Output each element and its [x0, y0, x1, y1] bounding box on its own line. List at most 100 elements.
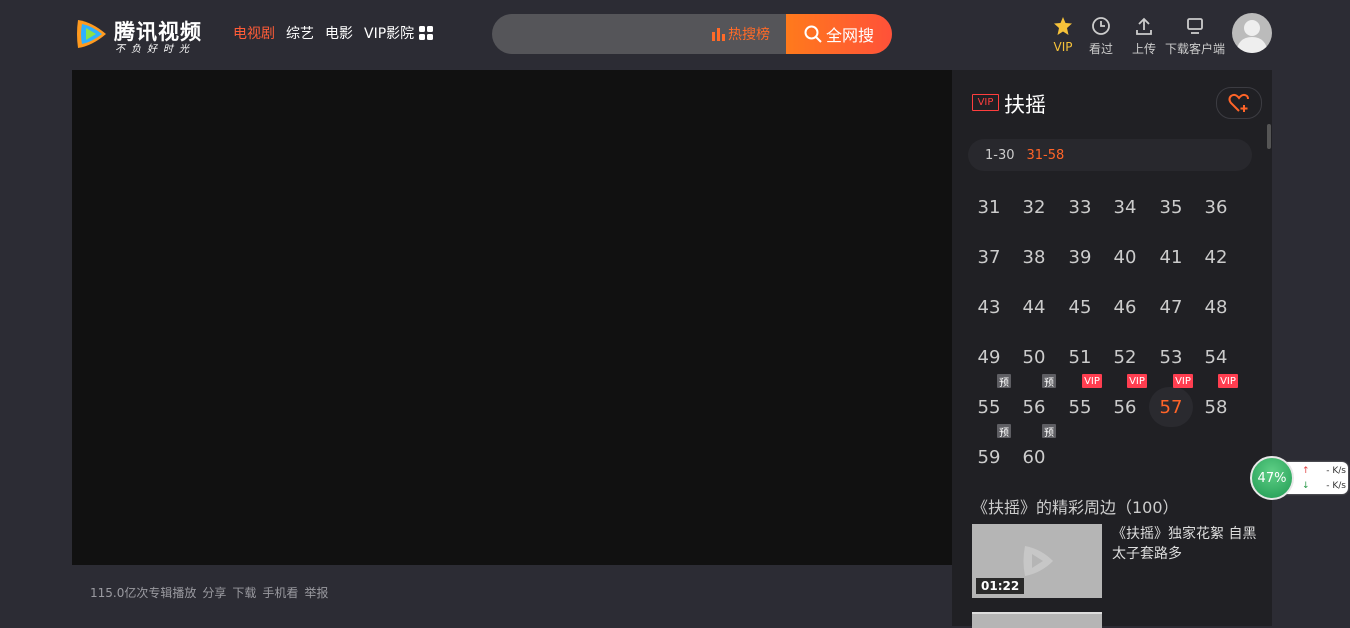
episode-number: 40	[1113, 246, 1137, 268]
vip-episode-badge: VIP	[1082, 374, 1102, 388]
tencent-video-logo[interactable]: 腾讯视频 不负好时光	[72, 14, 212, 56]
episode-item[interactable]: 34	[1103, 187, 1147, 227]
episode-item[interactable]: 35	[1149, 187, 1193, 227]
nav-movies[interactable]: 电影	[325, 23, 353, 43]
episode-item[interactable]: 59 预	[967, 424, 1011, 477]
episode-item[interactable]: 40	[1103, 237, 1147, 277]
episode-item[interactable]: 32	[1012, 187, 1056, 227]
sidebar-scroll-thumb[interactable]	[1267, 124, 1271, 149]
episode-number: 56	[1113, 396, 1137, 418]
nav-variety[interactable]: 综艺	[286, 23, 314, 43]
episode-number: 33	[1068, 196, 1092, 218]
episode-item[interactable]: 44	[1012, 287, 1056, 327]
episode-item[interactable]: 58 VIP	[1194, 374, 1238, 427]
episode-number: 58	[1204, 396, 1228, 418]
search-button[interactable]: 全网搜	[786, 14, 892, 54]
logo-slogan: 不负好时光	[115, 44, 195, 55]
user-icon	[1236, 20, 1268, 53]
download-link[interactable]: 下载	[232, 584, 256, 601]
episode-item[interactable]: 38	[1012, 237, 1056, 277]
nav-tv-series[interactable]: 电视剧	[233, 23, 275, 43]
user-avatar[interactable]	[1232, 13, 1272, 53]
related-section-title: 《扶摇》的精彩周边（100）	[972, 498, 1179, 517]
episode-item[interactable]: 48	[1194, 287, 1238, 327]
episode-item[interactable]: 53	[1149, 337, 1193, 377]
episode-item[interactable]: 41	[1149, 237, 1193, 277]
download-client-entry[interactable]: 下载客户端	[1165, 16, 1225, 57]
speed-percent-circle: 47%	[1250, 456, 1294, 500]
episode-item[interactable]: 33	[1058, 187, 1102, 227]
episode-item[interactable]: 47	[1149, 287, 1193, 327]
vip-label: VIP	[1053, 40, 1073, 54]
preview-badge: 预	[1042, 424, 1056, 439]
episode-number: 37	[977, 246, 1001, 268]
bar-chart-icon	[712, 27, 725, 41]
episode-number: 45	[1068, 296, 1092, 318]
episode-item[interactable]: 55 VIP	[1058, 374, 1102, 427]
episode-number: 46	[1113, 296, 1137, 318]
episode-item[interactable]: 49	[967, 337, 1011, 377]
episode-item[interactable]: 54	[1194, 337, 1238, 377]
clip-thumbnail[interactable]: 01:22	[972, 524, 1102, 598]
history-entry[interactable]: 看过	[1089, 16, 1113, 57]
clip-title[interactable]: 《扶摇》独家花絮 自黑太子套路多	[1112, 524, 1262, 564]
more-categories-icon[interactable]	[419, 26, 433, 40]
nav-vip-cinema[interactable]: VIP影院	[364, 23, 414, 43]
preview-badge: 预	[1042, 374, 1056, 389]
vip-episode-badge: VIP	[1173, 374, 1193, 388]
tab-episodes-1-30[interactable]: 1-30	[985, 148, 1015, 163]
upload-entry[interactable]: 上传	[1132, 16, 1156, 57]
upload-label: 上传	[1132, 42, 1157, 56]
arrow-up-icon: ↑	[1302, 466, 1310, 476]
episode-range-tabs: 1-30 31-58	[968, 139, 1252, 171]
favorite-button[interactable]	[1216, 87, 1262, 119]
network-speed-widget[interactable]: ↑ - K/s ↓ - K/s 47%	[1250, 456, 1350, 500]
episode-item[interactable]: 43	[967, 287, 1011, 327]
episode-item[interactable]: 52	[1103, 337, 1147, 377]
episode-item[interactable]: 50	[1012, 337, 1056, 377]
heart-plus-icon	[1228, 93, 1249, 112]
play-logo-icon	[77, 20, 106, 48]
episode-item[interactable]: 56 VIP	[1103, 374, 1147, 427]
hot-search-label: 热搜榜	[728, 27, 770, 43]
episode-number: 51	[1068, 346, 1092, 368]
vip-episode-badge: VIP	[1127, 374, 1147, 388]
share-link[interactable]: 分享	[202, 584, 226, 601]
episode-number: 32	[1022, 196, 1046, 218]
monitor-icon	[1187, 18, 1203, 34]
episode-item[interactable]: 39	[1058, 237, 1102, 277]
clip-duration: 01:22	[976, 578, 1025, 594]
sidebar-scrollbar[interactable]	[1267, 70, 1272, 626]
episode-item[interactable]: 55 预	[967, 374, 1011, 427]
episode-number: 47	[1159, 296, 1183, 318]
main-nav: 电视剧 综艺 电影 VIP影院	[233, 23, 425, 43]
episode-item[interactable]: 36	[1194, 187, 1238, 227]
episode-number: 36	[1204, 196, 1228, 218]
episode-item[interactable]: 51	[1058, 337, 1102, 377]
episode-number: 57	[1159, 396, 1183, 418]
report-link[interactable]: 举报	[304, 584, 328, 601]
episode-item[interactable]: 60 预	[1012, 424, 1056, 477]
episode-number: 55	[977, 396, 1001, 418]
episode-number: 59	[977, 446, 1001, 468]
episode-number: 31	[977, 196, 1001, 218]
vip-entry[interactable]: VIP	[1052, 16, 1074, 54]
mobile-watch-link[interactable]: 手机看	[262, 584, 298, 601]
episode-item[interactable]: 56 预	[1012, 374, 1056, 427]
episode-item[interactable]: 37	[967, 237, 1011, 277]
player-info-bar: 115.0亿次专辑播放 分享 下载 手机看 举报	[72, 565, 952, 615]
hot-search-rank[interactable]: 热搜榜	[712, 24, 770, 44]
episode-item[interactable]: 42	[1194, 237, 1238, 277]
preview-badge: 预	[997, 374, 1011, 389]
episode-number: 54	[1204, 346, 1228, 368]
episode-item[interactable]: 46	[1103, 287, 1147, 327]
episode-item[interactable]: 31	[967, 187, 1011, 227]
episode-number: 34	[1113, 196, 1137, 218]
episode-number: 56	[1022, 396, 1046, 418]
video-player[interactable]	[72, 70, 952, 565]
episode-item[interactable]: 45	[1058, 287, 1102, 327]
episode-item[interactable]: 57 VIP	[1149, 374, 1193, 427]
episode-number: 39	[1068, 246, 1092, 268]
upload-speed-value: - K/s	[1326, 466, 1346, 476]
tab-episodes-31-58[interactable]: 31-58	[1027, 148, 1065, 163]
